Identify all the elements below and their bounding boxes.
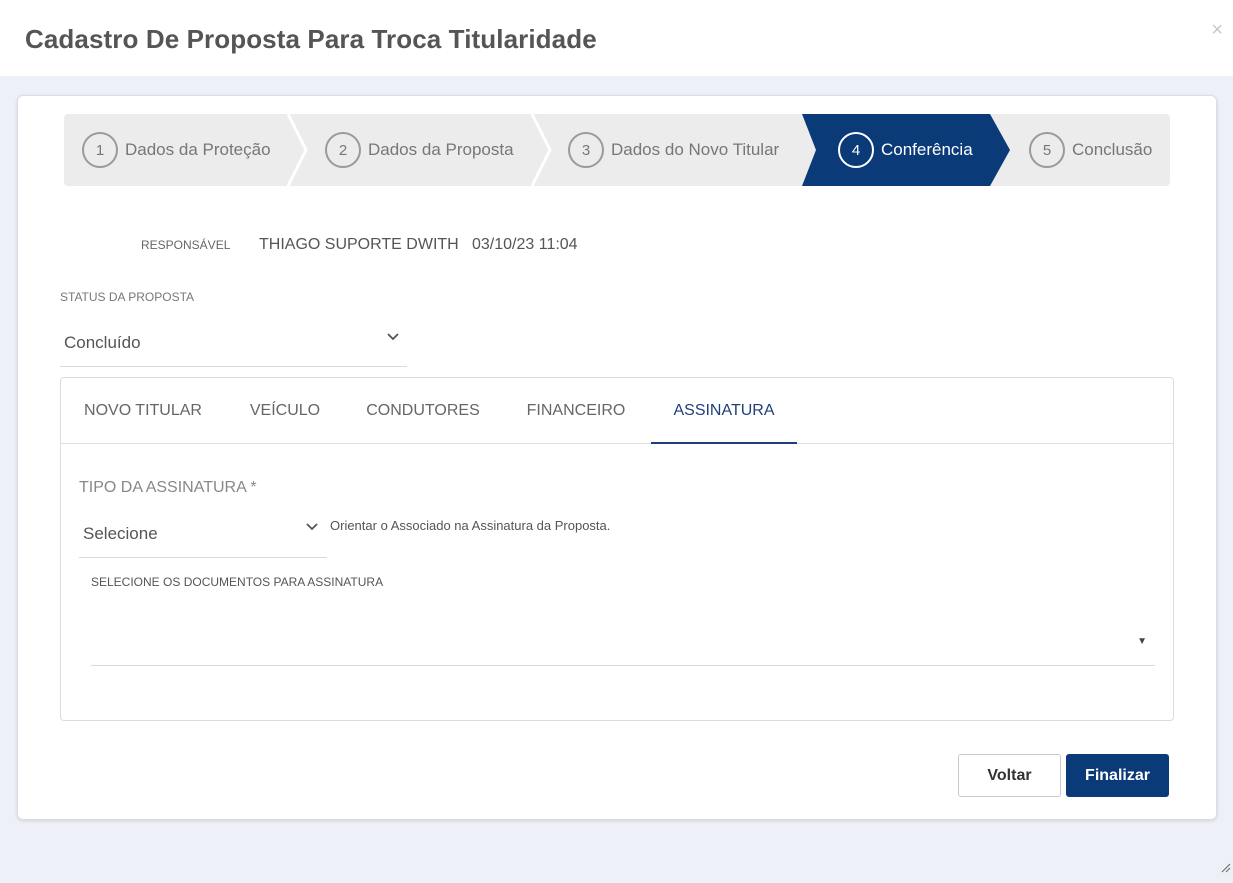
step-label: Dados do Novo Titular xyxy=(611,140,780,159)
tipo-assinatura-value: Selecione xyxy=(83,524,158,543)
step-conferencia[interactable]: 4 Conferência xyxy=(838,114,973,186)
back-button[interactable]: Voltar xyxy=(958,754,1061,797)
tipo-assinatura-select[interactable]: Selecione xyxy=(79,512,327,558)
modal-header: Cadastro De Proposta Para Troca Titulari… xyxy=(0,0,1233,76)
step-number: 3 xyxy=(568,132,604,168)
responsavel-name: THIAGO SUPORTE DWITH xyxy=(259,236,459,253)
tab-novo-titular[interactable]: NOVO TITULAR xyxy=(61,378,225,444)
step-label: Conclusão xyxy=(1072,140,1153,159)
step-dados-proposta[interactable]: 2 Dados da Proposta xyxy=(325,114,514,186)
step-label: Dados da Proteção xyxy=(125,140,271,159)
step-number: 5 xyxy=(1029,132,1065,168)
chevron-down-icon xyxy=(306,523,318,531)
status-value: Concluído xyxy=(64,333,141,352)
documentos-select[interactable]: ▼ xyxy=(91,620,1155,666)
tab-condutores[interactable]: CONDUTORES xyxy=(345,378,501,444)
step-number: 2 xyxy=(325,132,361,168)
tab-bar: NOVO TITULAR VEÍCULO CONDUTORES FINANCEI… xyxy=(61,378,1173,444)
tab-financeiro[interactable]: FINANCEIRO xyxy=(501,378,651,444)
caret-down-icon: ▼ xyxy=(1137,636,1147,647)
step-separator xyxy=(530,114,552,186)
step-label: Dados da Proposta xyxy=(368,140,514,159)
tab-veiculo[interactable]: VEÍCULO xyxy=(225,378,345,444)
modal-title: Cadastro De Proposta Para Troca Titulari… xyxy=(25,24,597,54)
tipo-assinatura-label: TIPO DA ASSINATURA * xyxy=(79,479,257,497)
step-dados-protecao[interactable]: 1 Dados da Proteção xyxy=(82,114,271,186)
required-mark: * xyxy=(250,479,257,496)
step-dados-novo-titular[interactable]: 3 Dados do Novo Titular xyxy=(568,114,779,186)
step-number: 1 xyxy=(82,132,118,168)
finish-button[interactable]: Finalizar xyxy=(1066,754,1169,797)
step-separator xyxy=(286,114,308,186)
status-label: STATUS DA PROPOSTA xyxy=(60,290,195,304)
tab-assinatura[interactable]: ASSINATURA xyxy=(651,378,797,444)
step-conclusao[interactable]: 5 Conclusão xyxy=(1029,114,1152,186)
responsavel-label: RESPONSÁVEL xyxy=(141,238,231,252)
tipo-assinatura-label-text: TIPO DA ASSINATURA xyxy=(79,479,246,496)
documentos-label: SELECIONE OS DOCUMENTOS PARA ASSINATURA xyxy=(91,575,384,589)
chevron-down-icon xyxy=(387,333,399,341)
responsavel-datetime: 03/10/23 11:04 xyxy=(472,236,578,253)
close-icon[interactable]: × xyxy=(1211,20,1223,40)
step-number: 4 xyxy=(838,132,874,168)
resize-grip-icon[interactable] xyxy=(1221,863,1231,873)
step-label: Conferência xyxy=(881,140,973,159)
status-select[interactable]: Concluído xyxy=(60,322,407,367)
tipo-assinatura-hint: Orientar o Associado na Assinatura da Pr… xyxy=(330,518,611,533)
wizard-stepper: 1 Dados da Proteção 2 Dados da Proposta … xyxy=(64,114,1170,186)
